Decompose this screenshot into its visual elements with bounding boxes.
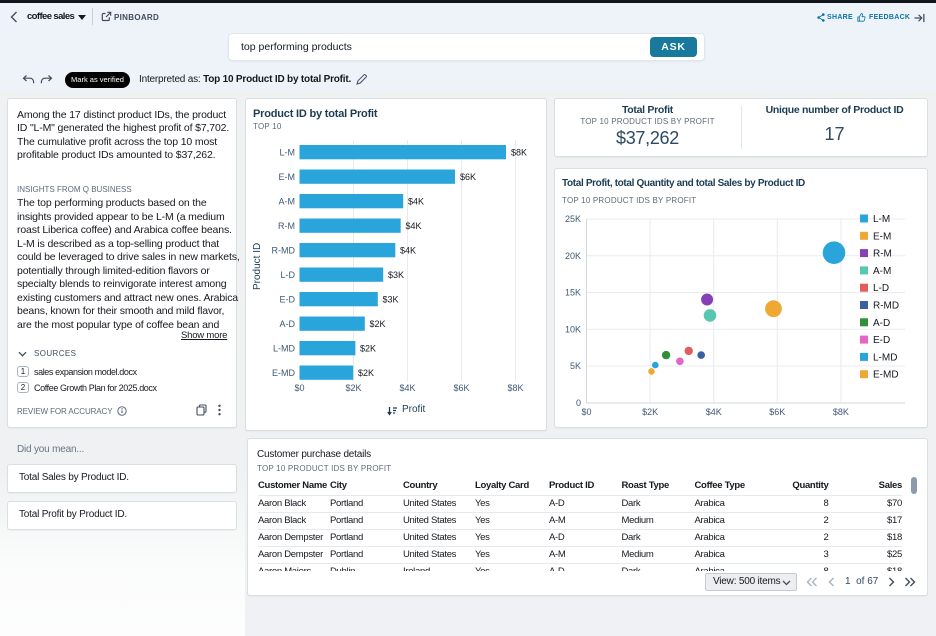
svg-text:$2K: $2K [642, 407, 658, 417]
svg-text:A-D: A-D [280, 319, 296, 329]
svg-text:$4K: $4K [706, 407, 722, 417]
svg-text:E-MD: E-MD [272, 368, 295, 378]
svg-text:20K: 20K [565, 251, 581, 261]
svg-text:R-MD: R-MD [272, 246, 296, 256]
svg-text:$6K: $6K [460, 172, 476, 182]
svg-text:R-M: R-M [278, 221, 295, 231]
svg-text:R-M: R-M [873, 249, 892, 260]
svg-text:L-MD: L-MD [273, 344, 295, 354]
svg-text:15K: 15K [565, 288, 581, 298]
svg-text:E-M: E-M [873, 231, 891, 242]
svg-text:$4K: $4K [408, 197, 424, 207]
svg-text:E-M: E-M [279, 172, 296, 182]
svg-text:$8K: $8K [833, 407, 849, 417]
svg-text:L-D: L-D [280, 270, 295, 280]
svg-text:E-D: E-D [873, 335, 890, 346]
svg-text:$2K: $2K [360, 344, 376, 354]
svg-text:L-MD: L-MD [873, 352, 897, 363]
svg-text:$4K: $4K [399, 383, 415, 393]
svg-text:25K: 25K [565, 214, 581, 224]
svg-text:0: 0 [576, 398, 581, 408]
svg-text:5K: 5K [570, 361, 581, 371]
svg-text:$3K: $3K [388, 270, 404, 280]
svg-text:$4K: $4K [406, 221, 422, 231]
svg-text:10K: 10K [565, 324, 581, 334]
svg-text:$2K: $2K [345, 383, 361, 393]
svg-text:$2K: $2K [358, 368, 374, 378]
svg-text:$8K: $8K [507, 383, 523, 393]
svg-text:A-D: A-D [873, 318, 890, 329]
svg-text:$8K: $8K [511, 148, 527, 158]
svg-text:$2K: $2K [370, 319, 386, 329]
svg-text:$3K: $3K [383, 295, 399, 305]
svg-text:$6K: $6K [453, 383, 469, 393]
svg-text:R-MD: R-MD [873, 301, 899, 312]
svg-text:A-M: A-M [873, 266, 891, 277]
svg-text:E-MD: E-MD [873, 370, 899, 381]
svg-text:$6K: $6K [769, 407, 785, 417]
svg-text:$4K: $4K [400, 246, 416, 256]
svg-text:$0: $0 [294, 383, 304, 393]
svg-text:L-M: L-M [873, 214, 890, 225]
svg-text:L-D: L-D [873, 283, 889, 294]
svg-text:$0: $0 [581, 407, 591, 417]
svg-text:L-M: L-M [280, 148, 296, 158]
svg-text:A-M: A-M [279, 197, 296, 207]
svg-text:E-D: E-D [280, 295, 296, 305]
